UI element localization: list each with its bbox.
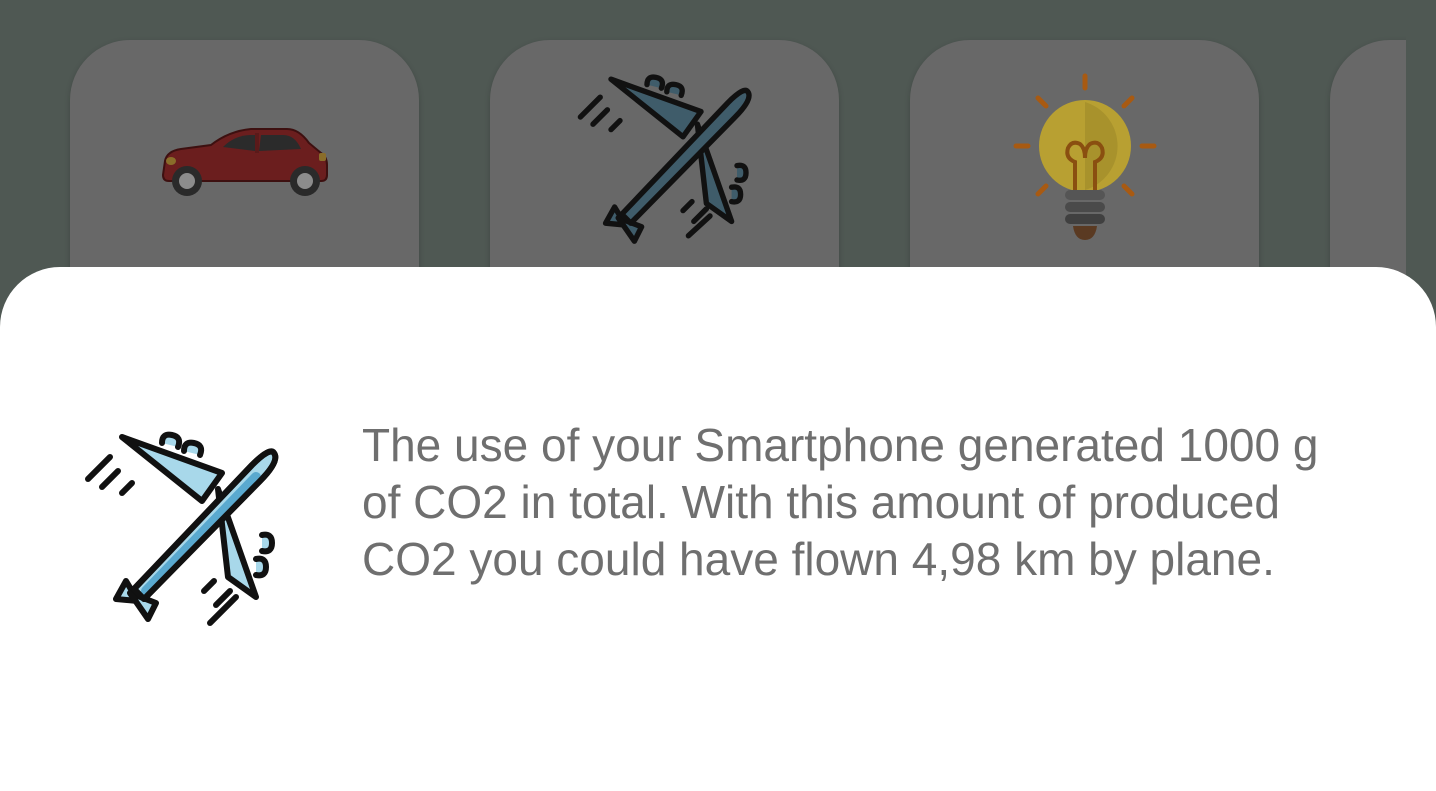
light-bulb-icon [1013,73,1156,240]
airplane-icon [577,74,752,244]
screen: The use of your Smartphone generated 100… [0,0,1436,791]
car-icon [161,128,328,196]
co2-comparison-message: The use of your Smartphone generated 100… [362,419,1319,585]
airplane-icon [85,431,279,626]
bottom-sheet: The use of your Smartphone generated 100… [0,267,1436,791]
